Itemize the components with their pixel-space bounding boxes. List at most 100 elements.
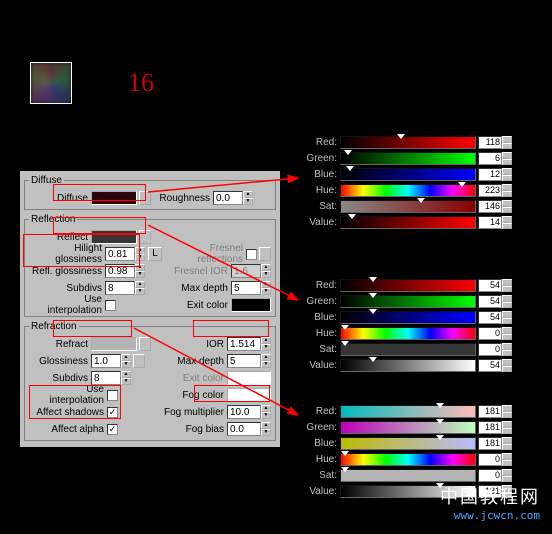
refl-maxdepth-value[interactable]: 5	[231, 281, 261, 295]
blue-slider[interactable]	[340, 311, 476, 324]
sat-slider[interactable]	[340, 469, 476, 482]
material-thumbnail[interactable]	[30, 62, 72, 104]
fresnel-side-button[interactable]	[259, 247, 271, 261]
green-value[interactable]: 54	[478, 295, 502, 308]
fogmult-spinner[interactable]: ▲▼	[261, 405, 271, 419]
hue-spinner[interactable]	[502, 453, 512, 466]
green-spinner[interactable]	[502, 152, 512, 165]
sat-value[interactable]: 146	[478, 200, 502, 213]
fogcolor-swatch[interactable]	[227, 388, 271, 402]
refr-maxdepth-value[interactable]: 5	[227, 354, 261, 368]
blue-spinner[interactable]	[502, 168, 512, 181]
blue-spinner[interactable]	[502, 311, 512, 324]
refr-interp-checkbox[interactable]	[107, 390, 118, 401]
sat-spinner[interactable]	[502, 200, 512, 213]
hue-slider[interactable]	[340, 327, 476, 340]
sat-value[interactable]: 0	[478, 469, 502, 482]
value-value[interactable]: 14	[478, 216, 502, 229]
reflect-map-button[interactable]	[139, 230, 151, 244]
refr-maxdepth-label: Max depth	[145, 356, 227, 367]
refl-subdivs-spinner[interactable]: ▲▼	[135, 281, 145, 295]
roughness-spinner[interactable]: ▲▼	[243, 191, 253, 205]
hue-spinner[interactable]	[502, 184, 512, 197]
value-slider[interactable]	[340, 216, 476, 229]
value-slider[interactable]	[340, 359, 476, 372]
refl-maxdepth-spinner[interactable]: ▲▼	[261, 281, 271, 295]
diffuse-map-button[interactable]	[139, 191, 151, 205]
diffuse-swatch[interactable]	[91, 191, 137, 205]
sat-slider[interactable]	[340, 343, 476, 356]
red-spinner[interactable]	[502, 279, 512, 292]
red-spinner[interactable]	[502, 136, 512, 149]
red-slider[interactable]	[340, 279, 476, 292]
red-spinner[interactable]	[502, 405, 512, 418]
green-slider[interactable]	[340, 295, 476, 308]
refl-interp-checkbox[interactable]	[105, 300, 116, 311]
fogbias-spinner[interactable]: ▲▼	[261, 422, 271, 436]
fresnel-checkbox[interactable]	[246, 249, 257, 260]
value-spinner[interactable]	[502, 216, 512, 229]
fresnel-ior-spinner: ▲▼	[261, 264, 271, 278]
red-slider[interactable]	[340, 136, 476, 149]
value-label: Value:	[302, 217, 340, 228]
blue-slider[interactable]	[340, 437, 476, 450]
red-slider[interactable]	[340, 405, 476, 418]
green-value[interactable]: 181	[478, 421, 502, 434]
green-spinner[interactable]	[502, 421, 512, 434]
refr-gloss-label: Glossiness	[29, 356, 91, 367]
color-picker-diffuse: Red:118 Green:6 Blue:12 Hue:223 Sat:146 …	[302, 135, 512, 231]
hue-value[interactable]: 0	[478, 453, 502, 466]
refr-exitcolor-swatch[interactable]	[227, 371, 271, 385]
fogmult-value[interactable]: 10.0	[227, 405, 261, 419]
affect-shadows-checkbox[interactable]: ✓	[107, 407, 118, 418]
reflect-swatch[interactable]	[91, 230, 137, 244]
refract-label: Refract	[29, 339, 91, 350]
refl-subdivs-value[interactable]: 8	[105, 281, 135, 295]
lock-button[interactable]: L	[148, 247, 162, 261]
roughness-value[interactable]: 0.0	[213, 191, 243, 205]
hilight-gloss-value[interactable]: 0.81	[105, 247, 135, 261]
refr-gloss-spinner[interactable]: ▲▼	[121, 354, 131, 368]
blue-slider[interactable]	[340, 168, 476, 181]
refr-gloss-map-button[interactable]	[133, 354, 145, 368]
refr-subdivs-value[interactable]: 8	[91, 371, 121, 385]
red-value[interactable]: 181	[478, 405, 502, 418]
blue-spinner[interactable]	[502, 437, 512, 450]
value-value[interactable]: 54	[478, 359, 502, 372]
red-value[interactable]: 118	[478, 136, 502, 149]
green-slider[interactable]	[340, 421, 476, 434]
diffuse-group: Diffuse Diffuse Roughness 0.0 ▲▼	[24, 175, 276, 210]
refl-gloss-spinner[interactable]: ▲▼	[135, 264, 145, 278]
green-value[interactable]: 6	[478, 152, 502, 165]
affect-alpha-checkbox[interactable]: ✓	[107, 424, 118, 435]
fogbias-value[interactable]: 0.0	[227, 422, 261, 436]
refl-gloss-value[interactable]: 0.98	[105, 264, 135, 278]
hue-spinner[interactable]	[502, 327, 512, 340]
green-slider[interactable]	[340, 152, 476, 165]
diffuse-legend: Diffuse	[29, 175, 64, 186]
sat-spinner[interactable]	[502, 469, 512, 482]
blue-value[interactable]: 12	[478, 168, 502, 181]
value-spinner[interactable]	[502, 359, 512, 372]
red-value[interactable]: 54	[478, 279, 502, 292]
refl-exitcolor-swatch[interactable]	[231, 298, 271, 312]
refr-subdivs-spinner[interactable]: ▲▼	[121, 371, 131, 385]
sat-spinner[interactable]	[502, 343, 512, 356]
refr-gloss-value[interactable]: 1.0	[91, 354, 121, 368]
refr-maxdepth-spinner[interactable]: ▲▼	[261, 354, 271, 368]
blue-value[interactable]: 54	[478, 311, 502, 324]
sat-slider[interactable]	[340, 200, 476, 213]
refract-map-button[interactable]	[139, 337, 151, 351]
hue-value[interactable]: 0	[478, 327, 502, 340]
hue-value[interactable]: 223	[478, 184, 502, 197]
ior-value[interactable]: 1.514	[227, 337, 261, 351]
refract-swatch[interactable]	[91, 337, 137, 351]
hue-slider[interactable]	[340, 184, 476, 197]
blue-value[interactable]: 181	[478, 437, 502, 450]
green-spinner[interactable]	[502, 295, 512, 308]
hilight-gloss-spinner[interactable]: ▲▼	[135, 247, 145, 261]
step-number: 16	[128, 68, 154, 98]
hue-slider[interactable]	[340, 453, 476, 466]
sat-value[interactable]: 0	[478, 343, 502, 356]
ior-spinner[interactable]: ▲▼	[261, 337, 271, 351]
